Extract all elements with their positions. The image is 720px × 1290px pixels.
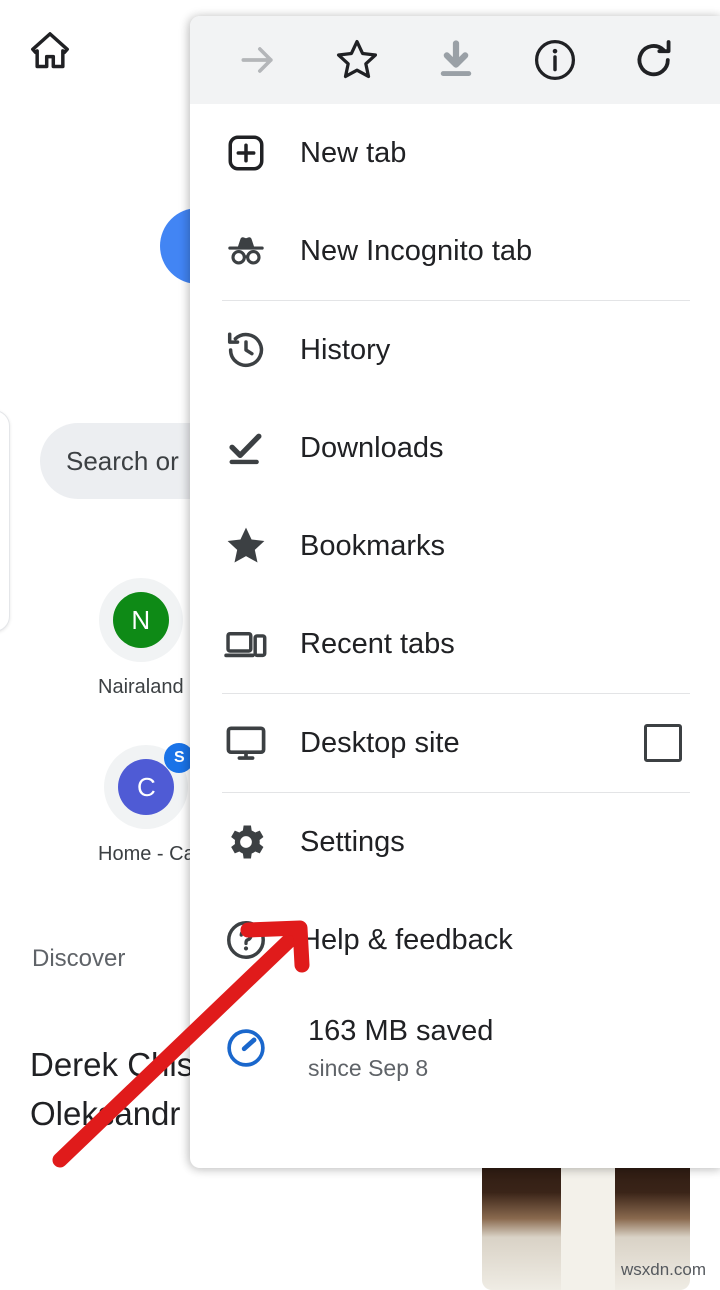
data-saver-gauge-icon xyxy=(220,1022,272,1074)
menu-item-label: Help & feedback xyxy=(300,923,513,956)
favicon-letter: N xyxy=(131,604,151,635)
help-circle-icon xyxy=(220,914,272,966)
data-saver-amount: 163 MB saved xyxy=(308,1015,494,1047)
shortcut-label: Nairaland xyxy=(98,676,184,698)
menu-item-data-saver[interactable]: 163 MB saved since Sep 8 xyxy=(190,989,720,1107)
menu-item-label: New Incognito tab xyxy=(300,234,533,267)
data-saver-text: 163 MB saved since Sep 8 xyxy=(308,1011,493,1085)
favicon: C xyxy=(118,759,175,815)
shortcut-label: Home - Ca xyxy=(98,843,195,865)
history-icon xyxy=(220,324,272,376)
new-tab-icon xyxy=(220,127,272,179)
data-saver-since: since Sep 8 xyxy=(308,1055,429,1081)
search-placeholder-text: Search or xyxy=(66,445,179,476)
star-icon[interactable] xyxy=(326,29,388,91)
menu-item-recent-tabs[interactable]: Recent tabs xyxy=(190,595,720,693)
menu-item-settings[interactable]: Settings xyxy=(190,793,720,891)
menu-item-downloads[interactable]: Downloads xyxy=(190,399,720,497)
info-icon[interactable] xyxy=(524,29,586,91)
menu-item-desktop-site[interactable]: Desktop site xyxy=(190,694,720,792)
menu-item-label: History xyxy=(300,333,391,366)
incognito-icon xyxy=(220,225,272,277)
bookmarks-star-icon xyxy=(220,520,272,572)
gear-icon xyxy=(220,816,272,868)
menu-item-label: New tab xyxy=(300,136,407,169)
shortcut-disc: N xyxy=(98,578,183,662)
forward-arrow-icon[interactable] xyxy=(227,29,289,91)
menu-item-label: Desktop site xyxy=(300,726,460,759)
recent-tabs-icon xyxy=(220,618,272,670)
downloads-icon xyxy=(220,422,272,474)
shortcut-tile-home-ca[interactable]: C S Home - Ca xyxy=(98,743,195,866)
home-icon[interactable] xyxy=(28,28,72,72)
menu-item-new-incognito-tab[interactable]: New Incognito tab xyxy=(190,202,720,300)
shortcut-disc: C S xyxy=(104,743,195,829)
menu-item-label: Bookmarks xyxy=(300,529,446,562)
shortcut-tile-nairaland[interactable]: N Nairaland xyxy=(98,578,184,699)
menu-toolbar xyxy=(190,16,720,104)
desktop-monitor-icon xyxy=(220,717,272,769)
chrome-overflow-menu: New tab New Incognito tab History Downlo… xyxy=(190,16,720,1168)
download-icon[interactable] xyxy=(425,29,487,91)
desktop-site-checkbox[interactable] xyxy=(644,724,682,762)
menu-item-label: Settings xyxy=(300,825,405,858)
menu-item-label: Downloads xyxy=(300,431,444,464)
menu-item-new-tab[interactable]: New tab xyxy=(190,104,720,202)
reload-icon[interactable] xyxy=(623,29,685,91)
watermark: wsxdn.com xyxy=(620,1260,706,1279)
menu-item-bookmarks[interactable]: Bookmarks xyxy=(190,497,720,595)
favicon: N xyxy=(112,592,169,648)
discover-heading: Discover xyxy=(32,945,126,972)
menu-item-label: Recent tabs xyxy=(300,627,455,660)
favicon-letter: C xyxy=(136,771,156,802)
menu-item-help-feedback[interactable]: Help & feedback xyxy=(190,891,720,989)
menu-item-history[interactable]: History xyxy=(190,301,720,399)
card-edge-sliver xyxy=(0,410,10,632)
